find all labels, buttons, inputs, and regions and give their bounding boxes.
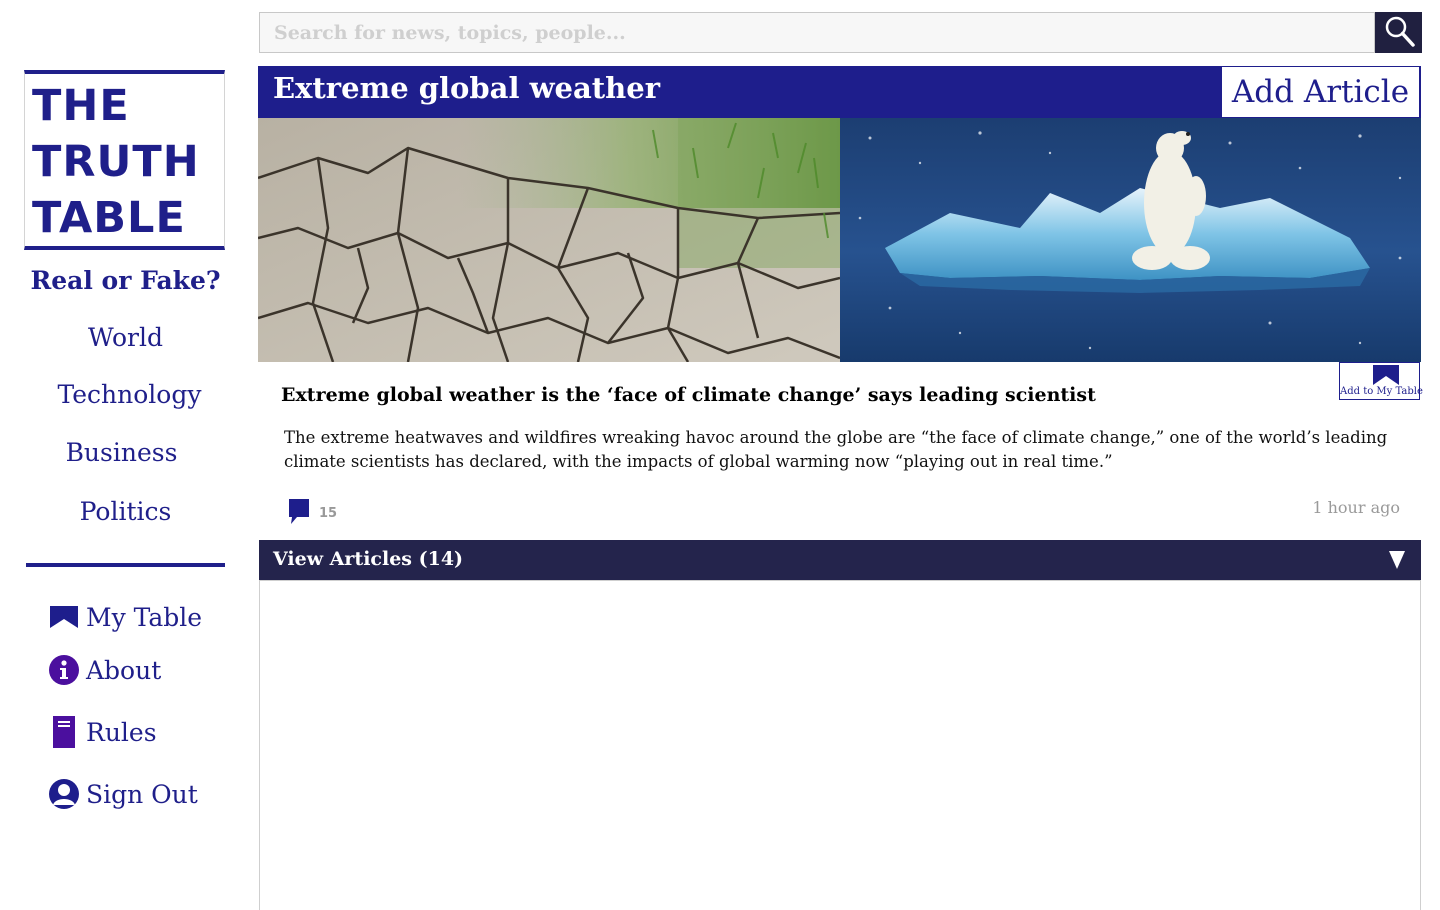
bookmark-icon <box>48 601 80 633</box>
topic-image-drought <box>258 118 840 362</box>
info-icon <box>48 654 80 686</box>
menu-label-about: About <box>86 655 162 685</box>
view-articles-label: View Articles (14) <box>273 548 464 570</box>
logo-line-2: TRUTH <box>32 137 200 187</box>
comment-count: 15 <box>319 506 338 521</box>
sidebar-divider <box>26 563 225 567</box>
article-summary: The extreme heatwaves and wildfires wrea… <box>284 428 1388 471</box>
user-icon <box>48 778 80 810</box>
search-input[interactable] <box>259 12 1375 53</box>
triangle-down-icon <box>1388 550 1406 574</box>
sidebar-item-business[interactable]: Business <box>22 438 221 467</box>
search-button[interactable] <box>1375 12 1422 53</box>
article-timestamp: 1 hour ago <box>1312 498 1400 517</box>
topic-image-polar-bear <box>840 118 1421 362</box>
menu-item-about[interactable]: About <box>48 652 161 688</box>
article-headline[interactable]: Extreme global weather is the ‘face of c… <box>281 384 1096 406</box>
add-article-button[interactable]: Add Article <box>1221 66 1420 118</box>
menu-item-rules[interactable]: Rules <box>48 714 157 750</box>
logo-line-3: TABLE <box>32 193 186 243</box>
comment-icon <box>287 498 311 530</box>
add-to-my-table-label: Add to My Table <box>1340 386 1423 397</box>
site-logo[interactable]: THE TRUTH TABLE <box>24 70 225 250</box>
menu-label-rules: Rules <box>86 717 157 747</box>
book-icon <box>48 716 80 748</box>
logo-line-1: THE <box>32 81 130 131</box>
menu-item-my-table[interactable]: My Table <box>48 599 202 635</box>
view-articles-toggle[interactable]: View Articles (14) <box>259 540 1421 580</box>
menu-label-my-table: My Table <box>86 602 203 632</box>
menu-item-sign-out[interactable]: Sign Out <box>48 776 198 812</box>
topic-title: Extreme global weather <box>273 71 660 105</box>
add-to-my-table-button[interactable]: Add to My Table <box>1339 362 1423 400</box>
articles-list-panel <box>259 580 1421 910</box>
comments-button[interactable]: 15 <box>287 498 337 530</box>
search-icon <box>1382 14 1416 52</box>
sidebar-item-politics[interactable]: Politics <box>26 497 225 526</box>
sidebar-item-real-or-fake[interactable]: Real or Fake? <box>26 266 225 295</box>
sidebar-item-world[interactable]: World <box>26 323 225 352</box>
sidebar-item-technology[interactable]: Technology <box>30 380 229 409</box>
menu-label-sign-out: Sign Out <box>86 779 198 809</box>
